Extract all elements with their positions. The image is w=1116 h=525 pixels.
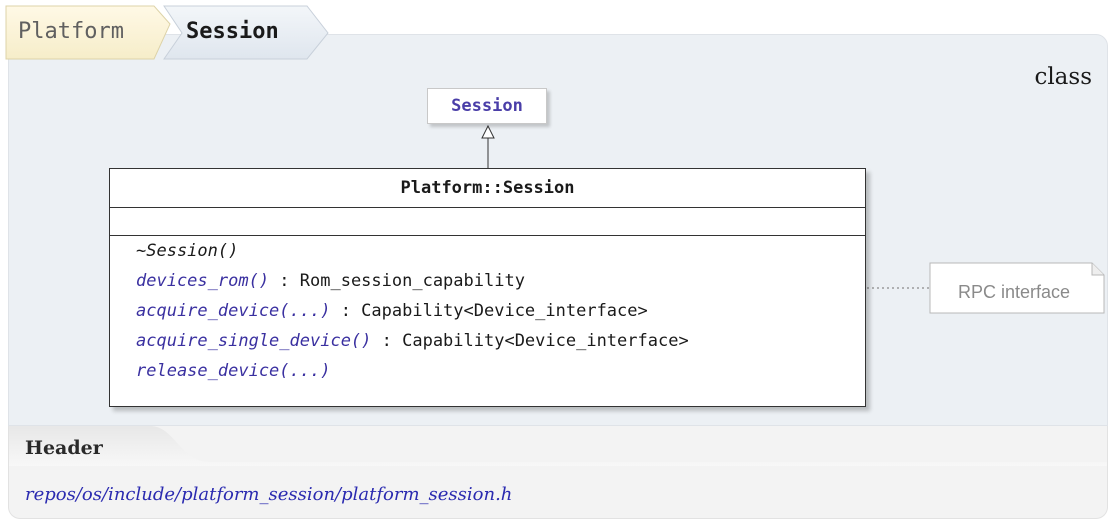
class-name: Platform::Session bbox=[110, 169, 865, 208]
operation-link-devices-rom[interactable]: devices_rom() bbox=[136, 271, 269, 291]
rpc-interface-note: RPC interface bbox=[930, 263, 1104, 313]
header-file-link[interactable]: repos/os/include/platform_session/platfo… bbox=[25, 484, 512, 505]
operation-type: : Capability<Device_interface> bbox=[330, 301, 648, 321]
note-text: RPC interface bbox=[957, 282, 1071, 302]
uml-class-box: Platform::Session ~Session() devices_rom… bbox=[109, 168, 866, 407]
operation-row: devices_rom() : Rom_session_capability bbox=[136, 266, 525, 296]
breadcrumb-item-platform[interactable]: Platform bbox=[18, 17, 124, 47]
operation-row: ~Session() bbox=[136, 236, 238, 266]
inheritance-arrowhead bbox=[481, 124, 495, 139]
operation-destructor: ~Session() bbox=[136, 241, 239, 261]
attributes-compartment bbox=[110, 207, 865, 236]
operation-row: acquire_single_device() : Capability<Dev… bbox=[136, 326, 689, 356]
operation-type: : Rom_session_capability bbox=[269, 271, 525, 291]
breadcrumb: Platform Session bbox=[0, 0, 340, 44]
operation-row: acquire_device(...) : Capability<Device_… bbox=[136, 296, 648, 326]
breadcrumb-item-session: Session bbox=[186, 19, 279, 44]
operation-type: : Capability<Device_interface> bbox=[371, 331, 689, 351]
operation-link-acquire-device[interactable]: acquire_device(...) bbox=[136, 301, 330, 321]
parent-class-link[interactable]: Session bbox=[427, 88, 547, 124]
operation-row: release_device(...) bbox=[136, 356, 330, 386]
header-label: Header bbox=[25, 437, 103, 459]
kind-label: class bbox=[1034, 64, 1092, 90]
header-tab-shape bbox=[9, 426, 1107, 466]
operation-link-acquire-single-device[interactable]: acquire_single_device() bbox=[136, 331, 371, 351]
operation-link-release-device[interactable]: release_device(...) bbox=[136, 361, 330, 381]
